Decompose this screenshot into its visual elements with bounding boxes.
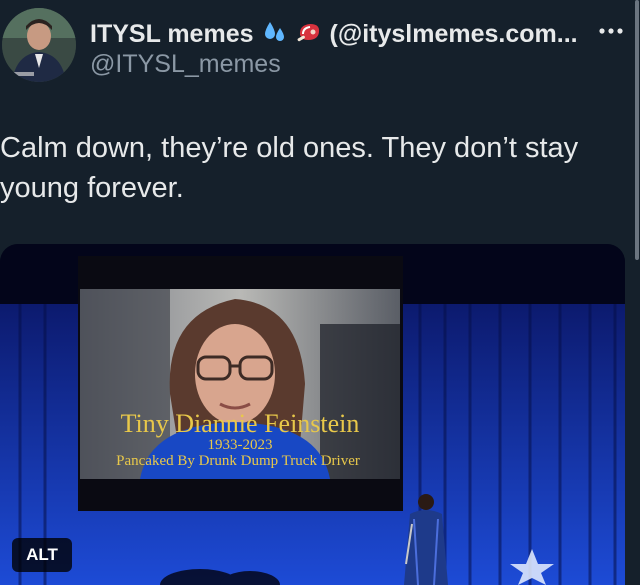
tweet-text-line: young forever. <box>0 172 184 204</box>
tweet-media[interactable]: Tiny Diannie Feinstein 1933-2023 Pancake… <box>0 244 625 585</box>
caption-subtitle: Pancaked By Drunk Dump Truck Driver <box>116 453 360 469</box>
tweet-text-line: Calm down, they’re old ones. They don’t … <box>0 132 579 164</box>
caption-years: 1933-2023 <box>208 437 273 453</box>
stage-photo: Tiny Diannie Feinstein 1933-2023 Pancake… <box>0 244 625 585</box>
scrollbar-thumb[interactable] <box>635 0 639 260</box>
avatar[interactable] <box>2 8 76 82</box>
author-display-name[interactable]: ITYSL memes <box>90 20 254 49</box>
scrollbar[interactable] <box>634 0 640 585</box>
author-name-row[interactable]: ITYSL memes (@ityslmemes.com... <box>90 17 578 51</box>
caption-name: Tiny Diannie Feinstein <box>121 409 360 438</box>
alt-text-badge[interactable]: ALT <box>12 538 72 572</box>
more-options-icon[interactable] <box>594 19 628 43</box>
sweat-droplets-icon <box>262 19 288 50</box>
author-title-handle[interactable]: (@ityslmemes.com... <box>330 20 578 49</box>
steak-icon <box>296 19 322 50</box>
tweet-header: ITYSL memes (@ityslmemes.com... @ITYSL_m… <box>0 0 640 100</box>
tweet-text: Calm down, they’re old ones. They don’t … <box>0 128 620 208</box>
author-handle[interactable]: @ITYSL_memes <box>90 50 281 79</box>
